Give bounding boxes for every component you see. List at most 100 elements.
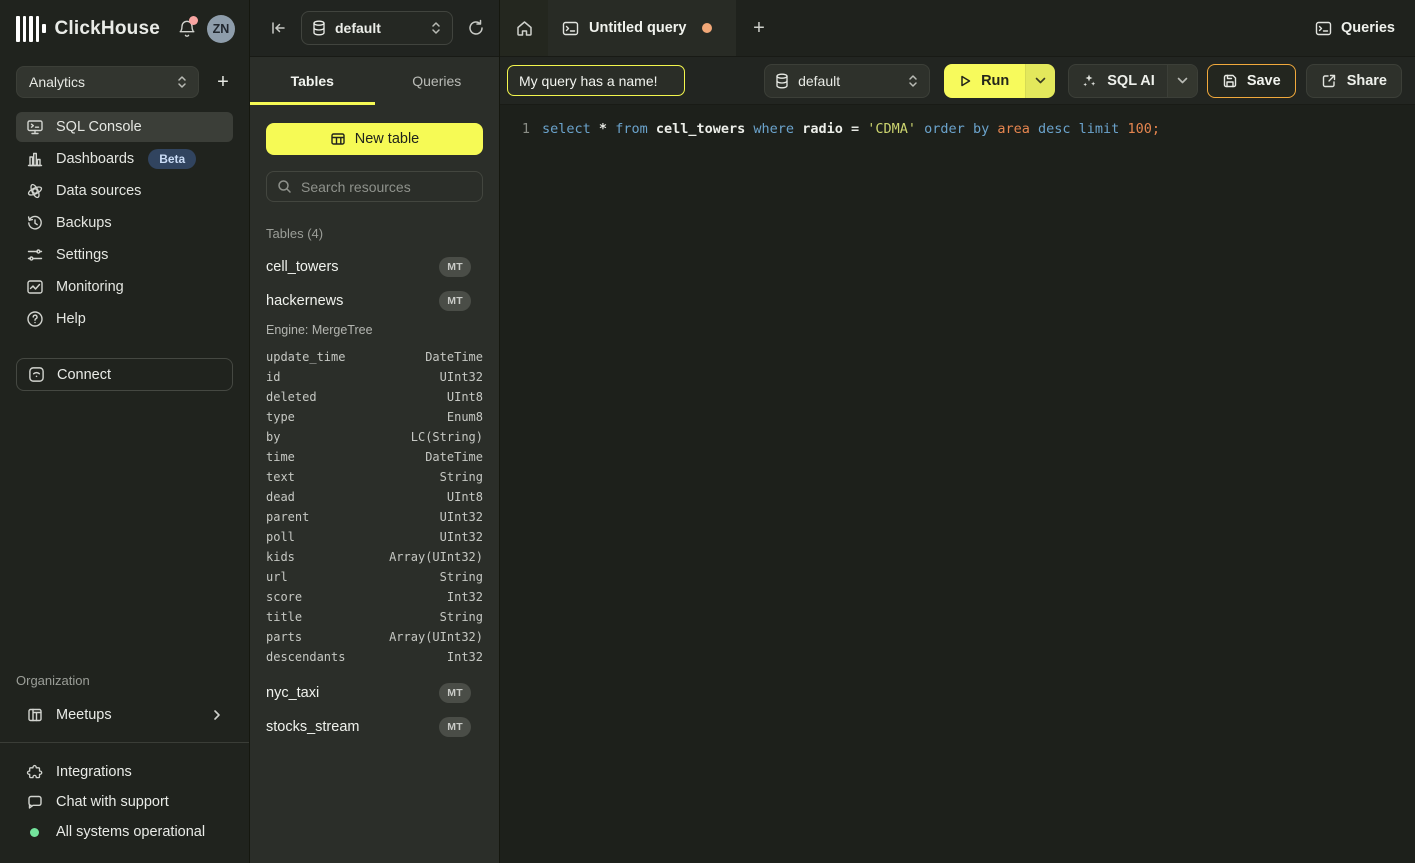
column-list: update_timeDateTimeidUInt32deletedUInt8t… [266,347,483,667]
sidebar-item-integrations[interactable]: Integrations [16,757,233,787]
sidebar-item-chat-with-support[interactable]: Chat with support [16,787,233,817]
search-input[interactable] [301,179,472,195]
collapse-panel-icon[interactable] [270,21,287,35]
sidebar: ClickHouse ZN Analytics [0,0,250,863]
sidebar-item-monitoring[interactable]: Monitoring [16,272,233,302]
share-label: Share [1347,73,1387,89]
tab-untitled-query[interactable]: Untitled query [548,0,736,56]
avatar[interactable]: ZN [207,15,235,43]
sql-token: 'CDMA' [867,121,916,137]
sidebar-footer: Integrations Chat with supportAll systems… [0,743,249,863]
clickhouse-logo-icon [16,16,46,42]
column-name: time [266,447,295,467]
workspace-select-value: Analytics [29,74,85,90]
column-name: id [266,367,280,387]
table-row-nyc_taxi[interactable]: nyc_taxiMT [266,681,483,705]
sidebar-item-backups[interactable]: Backups [16,208,233,238]
column-type: UInt32 [440,367,483,387]
column-row: dead UInt8 [266,487,483,507]
add-workspace-button[interactable]: + [213,71,233,94]
explorer-tab-queries[interactable]: Queries [375,57,500,105]
sql-token: from [615,121,648,137]
sql-code[interactable]: select * from cell_towers where radio = … [542,119,1160,140]
save-button[interactable]: Save [1207,64,1296,98]
table-row-stocks_stream[interactable]: stocks_streamMT [266,715,483,739]
unsaved-changes-dot [702,23,712,33]
toolbar-database-select[interactable]: default [764,64,930,98]
column-type: DateTime [425,347,483,367]
home-icon [515,19,534,38]
explorer-tab-tables[interactable]: Tables [250,57,375,105]
column-row: urlString [266,567,483,587]
share-button[interactable]: Share [1306,64,1402,98]
home-button[interactable] [500,0,548,56]
sql-ai-button-group: SQL AI [1068,64,1198,98]
sidebar-item-dashboards[interactable]: DashboardsBeta [16,144,233,174]
column-row: descendantsInt32 [266,647,483,667]
new-table-button[interactable]: New table [266,123,483,155]
sidebar-header: ClickHouse ZN [0,0,249,57]
run-button-group: Run [944,64,1055,98]
engine-label: Engine: MergeTree [266,323,483,337]
table-name: stocks_stream [266,719,359,735]
column-row: textString [266,467,483,487]
column-row: partsArray(UInt32) [266,627,483,647]
sidebar-item-meetups[interactable]: Meetups [16,700,233,730]
database-select[interactable]: default [301,11,453,45]
queries-button-label: Queries [1341,20,1395,36]
sql-ai-options-button[interactable] [1167,65,1197,97]
run-button[interactable]: Run [944,64,1025,98]
sql-token: radio [802,121,843,137]
column-type: String [440,467,483,487]
refresh-icon[interactable] [467,19,485,37]
code-line: 1 select * from cell_towers where radio … [500,119,1415,140]
sql-ai-label: SQL AI [1107,73,1155,89]
sidebar-item-label: Data sources [56,183,141,199]
sql-editor[interactable]: 1 select * from cell_towers where radio … [500,105,1415,863]
data-sources-icon [26,182,44,200]
column-type: UInt8 [447,387,483,407]
column-name: score [266,587,302,607]
query-name-input[interactable] [507,65,685,96]
settings-icon [26,246,44,264]
table-icon [330,131,346,147]
query-toolbar: default Run [500,57,1415,105]
table-name: cell_towers [266,259,339,275]
column-name: dead [266,487,295,507]
column-row: parentUInt32 [266,507,483,527]
sidebar-item-sql-console[interactable]: SQL Console [16,112,233,142]
toolbar-database-value: default [798,73,840,89]
table-row-hackernews[interactable]: hackernewsMT [266,289,483,313]
chevron-updown-icon [907,73,919,89]
connect-button[interactable]: Connect [16,358,233,391]
sidebar-footer-label: Integrations [56,764,132,780]
column-type: Array(UInt32) [389,627,483,647]
column-row: scoreInt32 [266,587,483,607]
queries-button[interactable]: Queries [1315,20,1395,36]
sql-token: area [997,121,1030,137]
workspace-select[interactable]: Analytics [16,66,199,98]
search-icon [277,179,292,194]
column-name: descendants [266,647,345,667]
column-name: kids [266,547,295,567]
column-name: deleted [266,387,317,407]
sidebar-item-label: Monitoring [56,279,124,295]
column-name: parent [266,507,309,527]
sidebar-item-help[interactable]: Help [16,304,233,334]
column-type: UInt8 [447,487,483,507]
new-query-tab-button[interactable]: + [736,0,782,56]
help-icon [26,310,44,328]
column-type: DateTime [425,447,483,467]
sidebar-item-settings[interactable]: Settings [16,240,233,270]
notifications-bell-icon[interactable] [177,18,197,40]
monitoring-icon [26,278,44,296]
sql-ai-button[interactable]: SQL AI [1069,73,1167,89]
tables-section-label: Tables (4) [266,226,483,241]
table-row-cell_towers[interactable]: cell_towersMT [266,255,483,279]
column-name: url [266,567,288,587]
column-row: pollUInt32 [266,527,483,547]
run-options-button[interactable] [1025,64,1055,98]
sidebar-item-all-systems-operational[interactable]: All systems operational [16,817,233,847]
table-name: hackernews [266,293,343,309]
sidebar-item-data-sources[interactable]: Data sources [16,176,233,206]
